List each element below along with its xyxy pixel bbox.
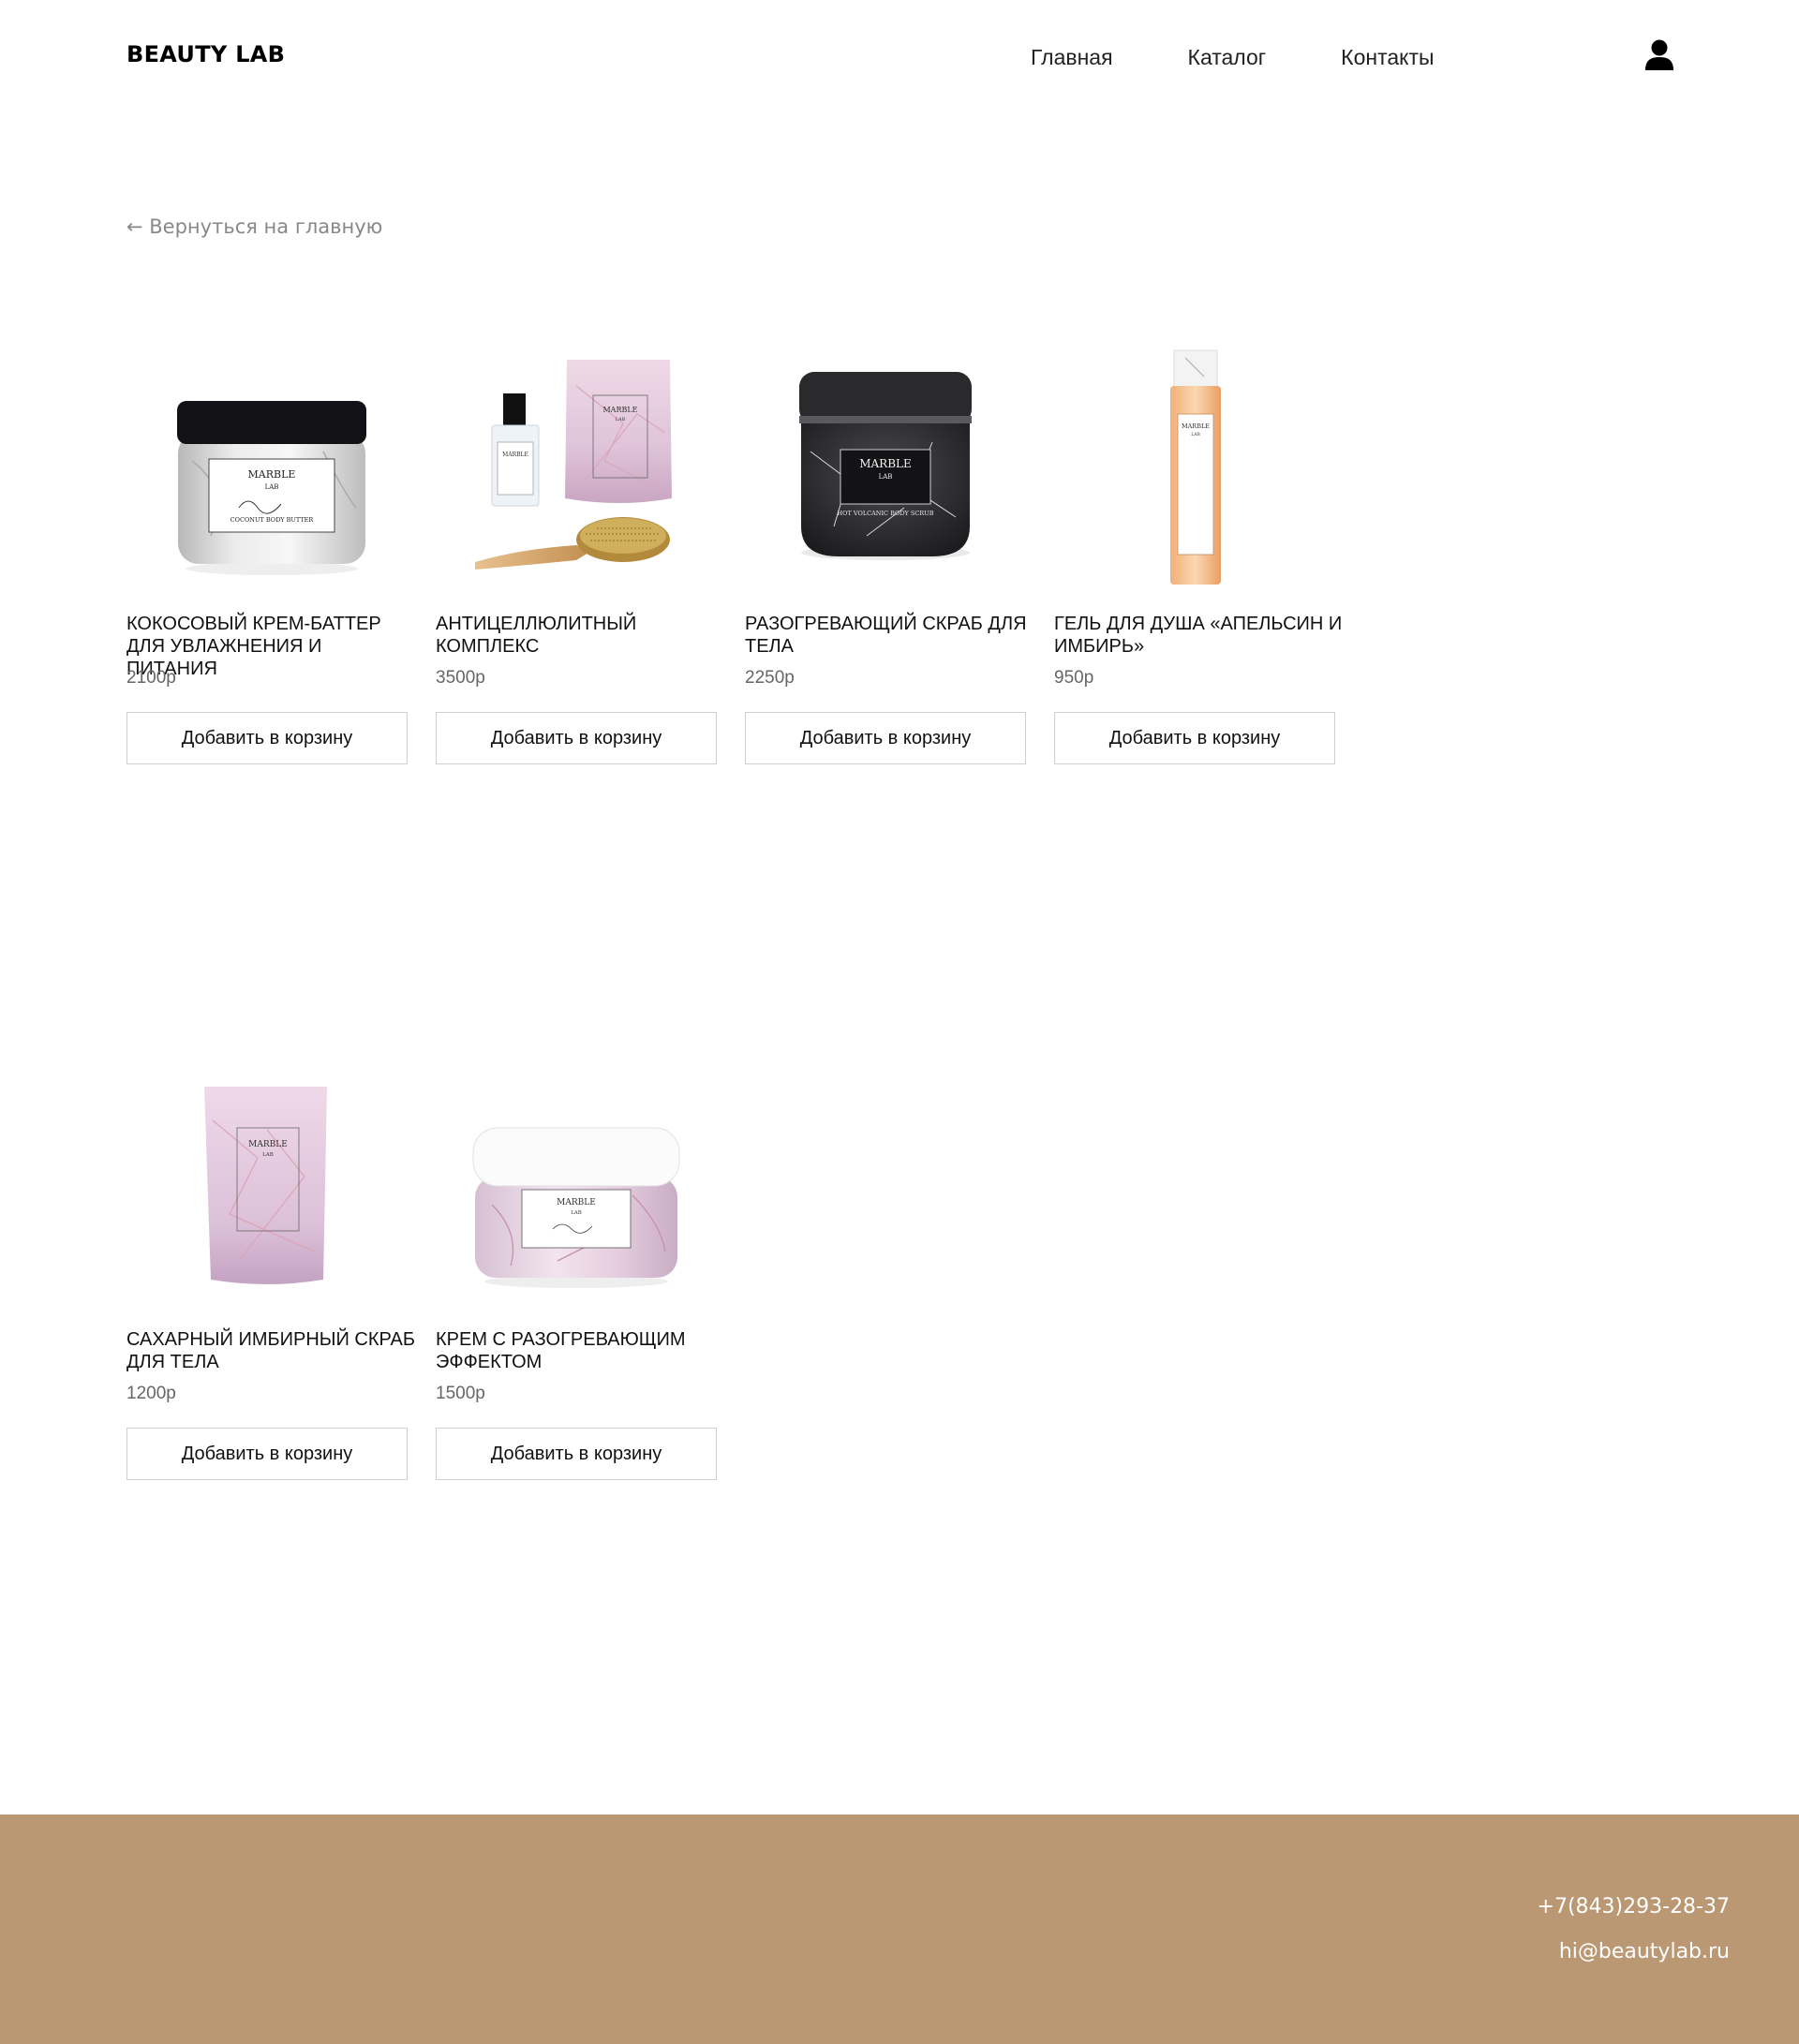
site-logo[interactable]: BEAUTY LAB bbox=[126, 41, 285, 67]
product-name[interactable]: САХАРНЫЙ ИМБИРНЫЙ СКРАБ ДЛЯ ТЕЛА bbox=[126, 1328, 417, 1373]
product-price: 2250р bbox=[745, 668, 795, 688]
product-brand: MARBLE bbox=[557, 1198, 596, 1207]
add-to-cart-button[interactable]: Добавить в корзину bbox=[126, 712, 408, 764]
product-name[interactable]: АНТИЦЕЛЛЮЛИТНЫЙ КОМПЛЕКС bbox=[436, 613, 726, 658]
nav-link-contacts[interactable]: Контакты bbox=[1341, 45, 1434, 70]
add-to-cart-button[interactable]: Добавить в корзину bbox=[436, 1428, 717, 1480]
product-price: 3500р bbox=[436, 668, 485, 688]
product-image[interactable]: MARBLE LAB COCONUT BODY BUTTER bbox=[126, 348, 408, 592]
site-footer: +7(843)293-28-37 hi@beautylab.ru bbox=[0, 1814, 1799, 2044]
product-brand: MARBLE bbox=[602, 406, 637, 414]
product-label-text: HOT VOLCANIC BODY SCRUB bbox=[838, 510, 934, 517]
product-name[interactable]: РАЗОГРЕВАЮЩИЙ СКРАБ ДЛЯ ТЕЛА bbox=[745, 613, 1035, 658]
product-brand: MARBLE bbox=[248, 468, 296, 481]
product-label-text: COCONUT BODY BUTTER bbox=[230, 516, 315, 524]
product-image[interactable]: MARBLE LAB bbox=[1054, 348, 1335, 592]
product-brand-sub: LAB bbox=[616, 417, 626, 422]
main-nav: Главная Каталог Контакты bbox=[1031, 45, 1509, 70]
add-to-cart-button[interactable]: Добавить в корзину bbox=[745, 712, 1026, 764]
product-image[interactable]: MARBLE LAB HOT VOLCANIC BODY SCRUB bbox=[745, 348, 1026, 592]
add-to-cart-button[interactable]: Добавить в корзину bbox=[436, 712, 717, 764]
product-brand-sub: LAB bbox=[262, 1152, 274, 1158]
product-price: 2100р bbox=[126, 668, 176, 688]
nav-link-catalog[interactable]: Каталог bbox=[1188, 45, 1267, 70]
product-image[interactable]: MARBLE LAB MARBLE bbox=[436, 348, 717, 592]
add-to-cart-button[interactable]: Добавить в корзину bbox=[1054, 712, 1335, 764]
product-brand-sub: LAB bbox=[265, 483, 279, 491]
svg-text:MARBLE: MARBLE bbox=[502, 452, 528, 458]
add-to-cart-button[interactable]: Добавить в корзину bbox=[126, 1428, 408, 1480]
product-brand: MARBLE bbox=[859, 457, 912, 470]
product-name[interactable]: КРЕМ С РАЗОГРЕВАЮЩИМ ЭФФЕКТОМ bbox=[436, 1328, 726, 1373]
product-price: 950р bbox=[1054, 668, 1094, 688]
product-brand-sub: LAB bbox=[879, 473, 893, 481]
product-brand: MARBLE bbox=[1182, 422, 1210, 430]
nav-link-home[interactable]: Главная bbox=[1031, 45, 1113, 70]
footer-phone-link[interactable]: +7(843)293-28-37 bbox=[1538, 1895, 1730, 1918]
product-price: 1500р bbox=[436, 1384, 485, 1403]
product-brand-sub: LAB bbox=[571, 1210, 582, 1216]
footer-email-link[interactable]: hi@beautylab.ru bbox=[1559, 1940, 1730, 1963]
site-header: BEAUTY LAB Главная Каталог Контакты bbox=[0, 0, 1799, 112]
product-image[interactable]: MARBLE LAB bbox=[126, 1064, 408, 1308]
product-brand-sub: LAB bbox=[1191, 432, 1200, 437]
user-icon[interactable] bbox=[1644, 39, 1674, 71]
product-image[interactable]: MARBLE LAB bbox=[436, 1064, 717, 1308]
product-price: 1200р bbox=[126, 1384, 176, 1403]
product-brand: MARBLE bbox=[248, 1140, 288, 1149]
product-name[interactable]: ГЕЛЬ ДЛЯ ДУША «АПЕЛЬСИН И ИМБИРЬ» bbox=[1054, 613, 1345, 658]
back-to-home-link[interactable]: ← Вернуться на главную bbox=[126, 215, 382, 238]
